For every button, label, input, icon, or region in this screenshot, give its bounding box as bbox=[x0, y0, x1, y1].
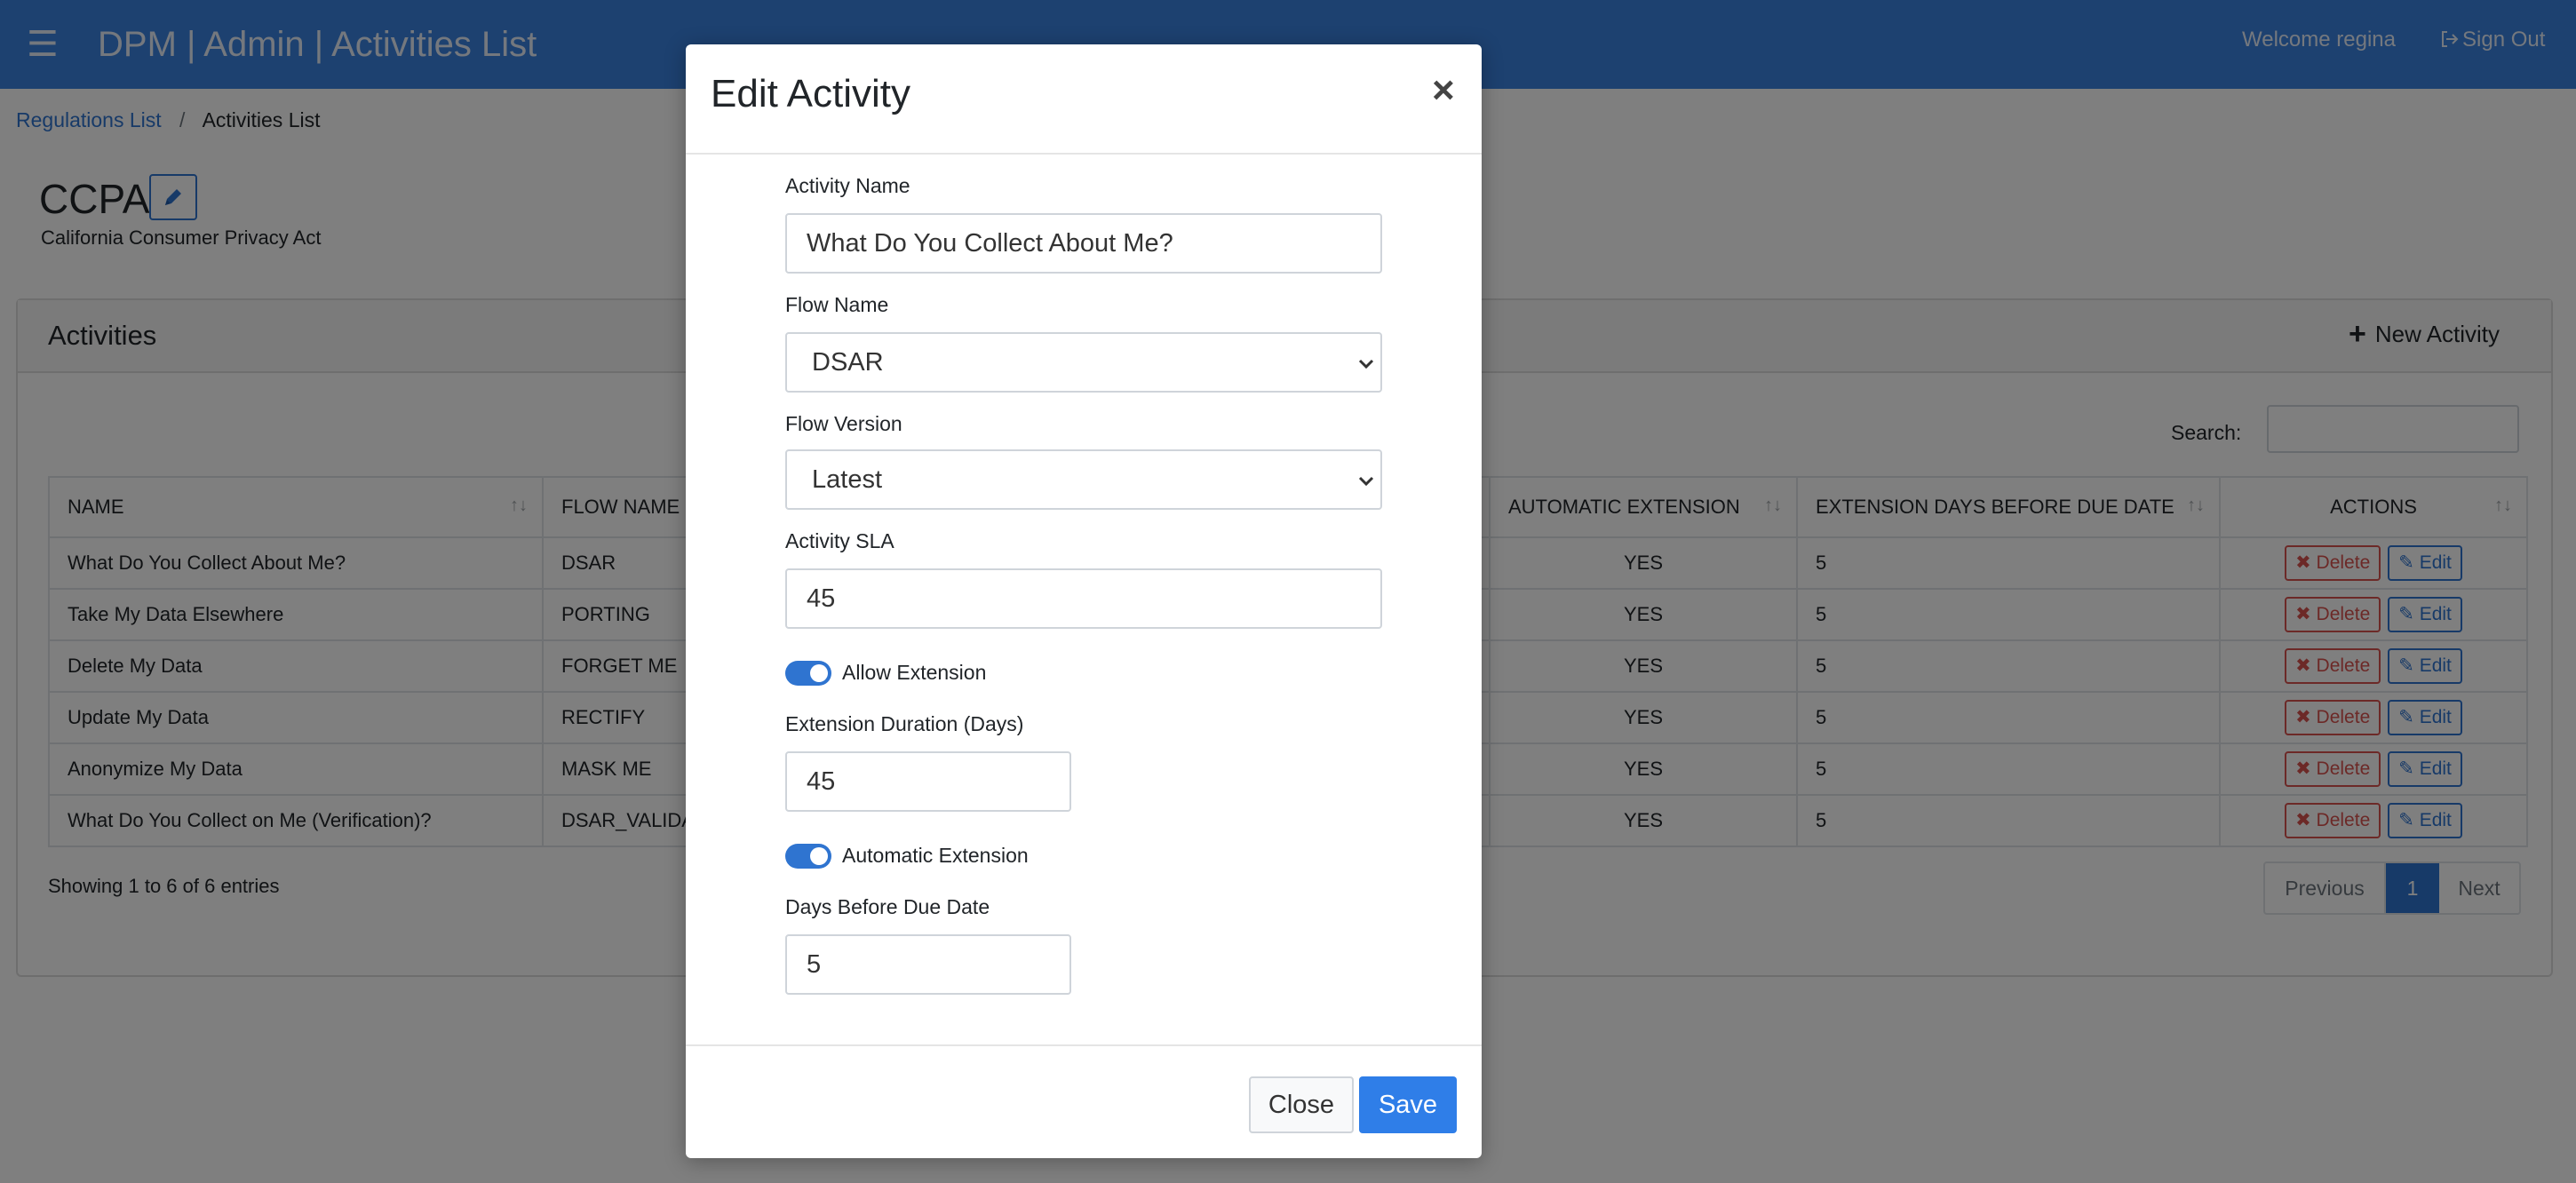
close-button[interactable]: Close bbox=[1249, 1076, 1354, 1133]
flow-name-label: Flow Name bbox=[785, 293, 889, 316]
chevron-down-icon bbox=[1358, 476, 1374, 487]
activity-sla-label: Activity SLA bbox=[785, 529, 894, 552]
edit-activity-modal: Edit Activity × Activity Name What Do Yo… bbox=[686, 44, 1482, 1158]
automatic-extension-toggle[interactable] bbox=[785, 844, 831, 869]
flow-version-select[interactable]: Latest bbox=[785, 449, 1382, 510]
automatic-extension-label: Automatic Extension bbox=[842, 844, 1029, 867]
chevron-down-icon bbox=[1358, 359, 1374, 369]
days-before-due-input[interactable]: 5 bbox=[785, 934, 1071, 995]
flow-version-selected: Latest bbox=[812, 465, 882, 494]
extension-duration-label: Extension Duration (Days) bbox=[785, 712, 1024, 735]
flow-name-select[interactable]: DSAR bbox=[785, 332, 1382, 393]
activity-name-input[interactable]: What Do You Collect About Me? bbox=[785, 213, 1382, 274]
extension-duration-input[interactable]: 45 bbox=[785, 751, 1071, 812]
modal-header: Edit Activity × bbox=[686, 44, 1482, 155]
flow-name-selected: DSAR bbox=[812, 348, 884, 377]
modal-title: Edit Activity bbox=[711, 72, 910, 115]
save-button[interactable]: Save bbox=[1359, 1076, 1457, 1133]
activity-name-label: Activity Name bbox=[785, 174, 910, 197]
activity-sla-input[interactable]: 45 bbox=[785, 568, 1382, 629]
days-before-due-label: Days Before Due Date bbox=[785, 895, 990, 918]
modal-footer: Close Save bbox=[686, 1044, 1482, 1158]
close-icon[interactable]: × bbox=[1432, 71, 1455, 110]
allow-extension-toggle[interactable] bbox=[785, 661, 831, 686]
allow-extension-label: Allow Extension bbox=[842, 661, 987, 684]
flow-version-label: Flow Version bbox=[785, 412, 902, 435]
